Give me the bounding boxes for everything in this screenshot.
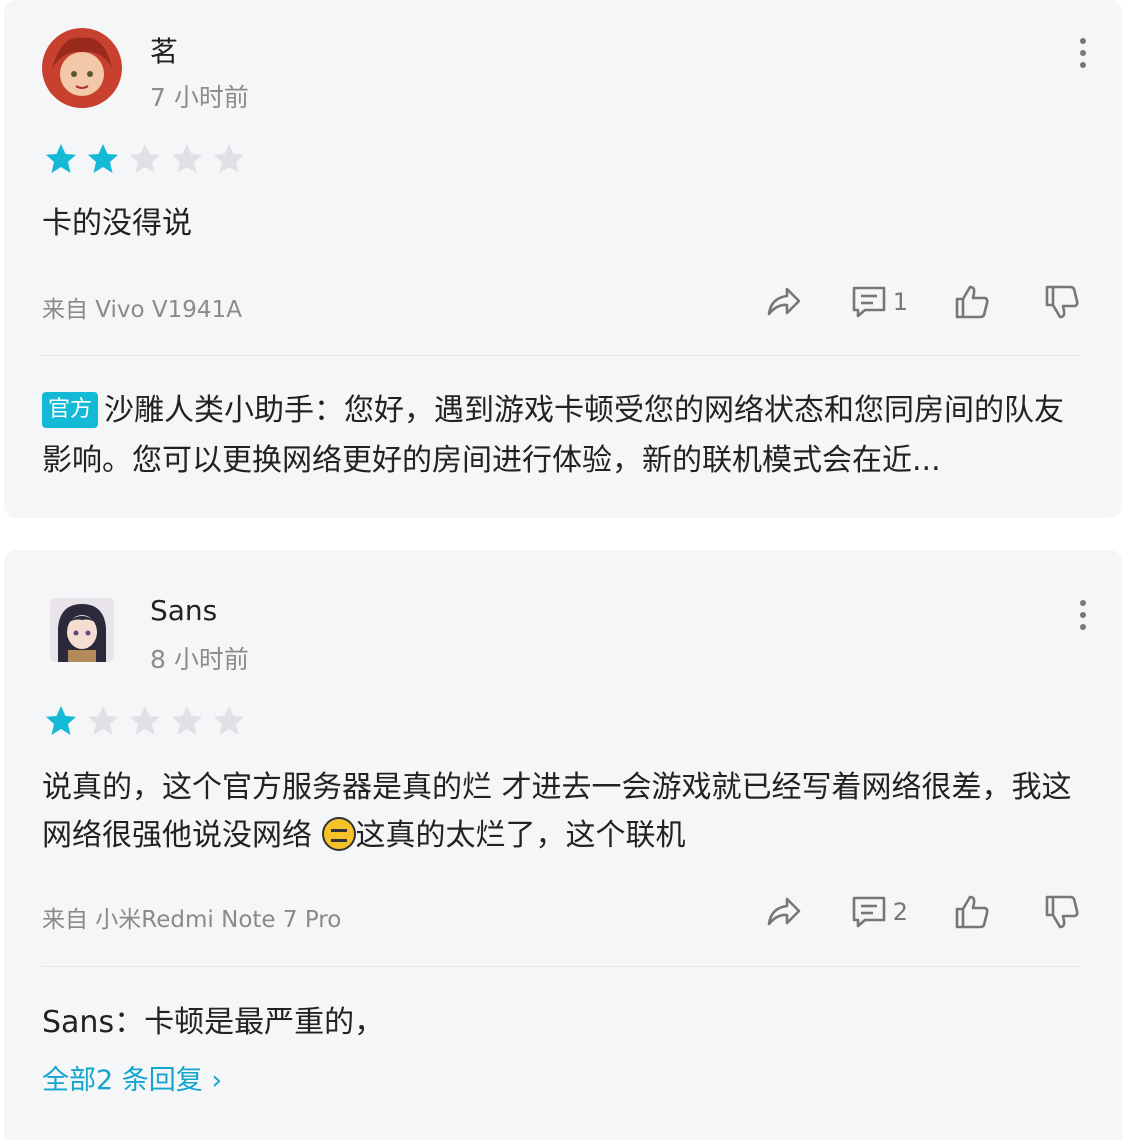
reply-separator: ： <box>314 393 345 428</box>
star-filled-icon <box>88 144 118 173</box>
action-bar: 1 <box>763 282 1082 322</box>
comment-button[interactable]: 1 <box>849 282 908 322</box>
comment-icon <box>852 286 886 318</box>
thumbs-down-icon <box>1045 895 1079 929</box>
username[interactable]: 茗 <box>150 30 178 70</box>
all-replies-label: 全部2 条回复 <box>42 1065 203 1096</box>
thumbs-down-icon <box>1045 285 1079 319</box>
chevron-right-icon: › <box>202 1065 223 1096</box>
comment-count: 1 <box>892 288 908 316</box>
official-reply[interactable]: 官方 沙雕人类小助手：您好，遇到游戏卡顿受您的网络状态和您同房间的队友影响。您可以… <box>42 386 1082 486</box>
like-button[interactable] <box>952 892 992 932</box>
star-empty-icon <box>88 706 118 735</box>
user-reply[interactable]: Sans：卡顿是最严重的， <box>42 998 1082 1048</box>
official-badge: 官方 <box>42 392 99 428</box>
share-icon <box>767 897 801 926</box>
review-text: 卡的没得说 <box>42 206 192 241</box>
share-button[interactable] <box>763 892 803 932</box>
star-empty-icon <box>214 144 244 173</box>
timestamp: 7 小时前 <box>150 83 249 112</box>
like-button[interactable] <box>952 282 992 322</box>
timestamp: 8 小时前 <box>150 645 249 674</box>
more-icon[interactable] <box>1080 38 1088 68</box>
reply-text: 卡顿是最严重的， <box>144 1005 385 1040</box>
star-empty-icon <box>214 706 244 735</box>
star-filled-icon <box>46 706 76 735</box>
reply-author: Sans <box>42 1005 115 1040</box>
meta-row: 来自 小米Redmi Note 7 Pro 2 <box>42 892 1082 936</box>
reply-separator: ： <box>114 1005 145 1040</box>
review-card: 茗 7 小时前 卡的没得说 来自 Vivo V1941A 1 官方 沙雕人类小助手… <box>4 0 1122 518</box>
action-bar: 2 <box>763 892 1082 932</box>
divider <box>42 966 1082 967</box>
rating-stars <box>44 142 246 176</box>
divider <box>42 355 1082 356</box>
username[interactable]: Sans <box>150 594 217 627</box>
expressionless-emoji-icon <box>321 817 356 851</box>
dislike-button[interactable] <box>1042 892 1082 932</box>
device-label: 来自 Vivo V1941A <box>42 297 242 323</box>
avatar[interactable] <box>42 28 122 108</box>
more-icon[interactable] <box>1080 600 1088 630</box>
share-button[interactable] <box>763 282 803 322</box>
avatar[interactable] <box>50 598 114 662</box>
thumbs-up-icon <box>955 285 989 319</box>
comment-button[interactable]: 2 <box>849 892 908 932</box>
dislike-button[interactable] <box>1042 282 1082 322</box>
all-replies-link[interactable]: 全部2 条回复 › <box>42 1058 222 1097</box>
review-text: 说真的，这个官方服务器是真的烂 才进去一会游戏就已经写着网络很差，我这网络很强他… <box>42 764 1072 860</box>
share-icon <box>767 287 801 316</box>
meta-row: 来自 Vivo V1941A 1 <box>42 282 1082 326</box>
star-empty-icon <box>172 144 202 173</box>
star-filled-icon <box>46 144 76 173</box>
star-empty-icon <box>130 144 160 173</box>
rating-stars <box>44 704 246 738</box>
star-empty-icon <box>172 706 202 735</box>
review-card: Sans 8 小时前 说真的，这个官方服务器是真的烂 才进去一会游戏就已经写着网… <box>4 550 1122 1140</box>
comment-icon <box>852 896 886 928</box>
device-label: 来自 小米Redmi Note 7 Pro <box>42 907 342 933</box>
review-text-part: 这真的太烂了，这个联机 <box>355 818 686 853</box>
thumbs-up-icon <box>955 895 989 929</box>
comment-count: 2 <box>892 898 908 926</box>
reply-author: 沙雕人类小助手 <box>104 393 315 428</box>
star-empty-icon <box>130 706 160 735</box>
